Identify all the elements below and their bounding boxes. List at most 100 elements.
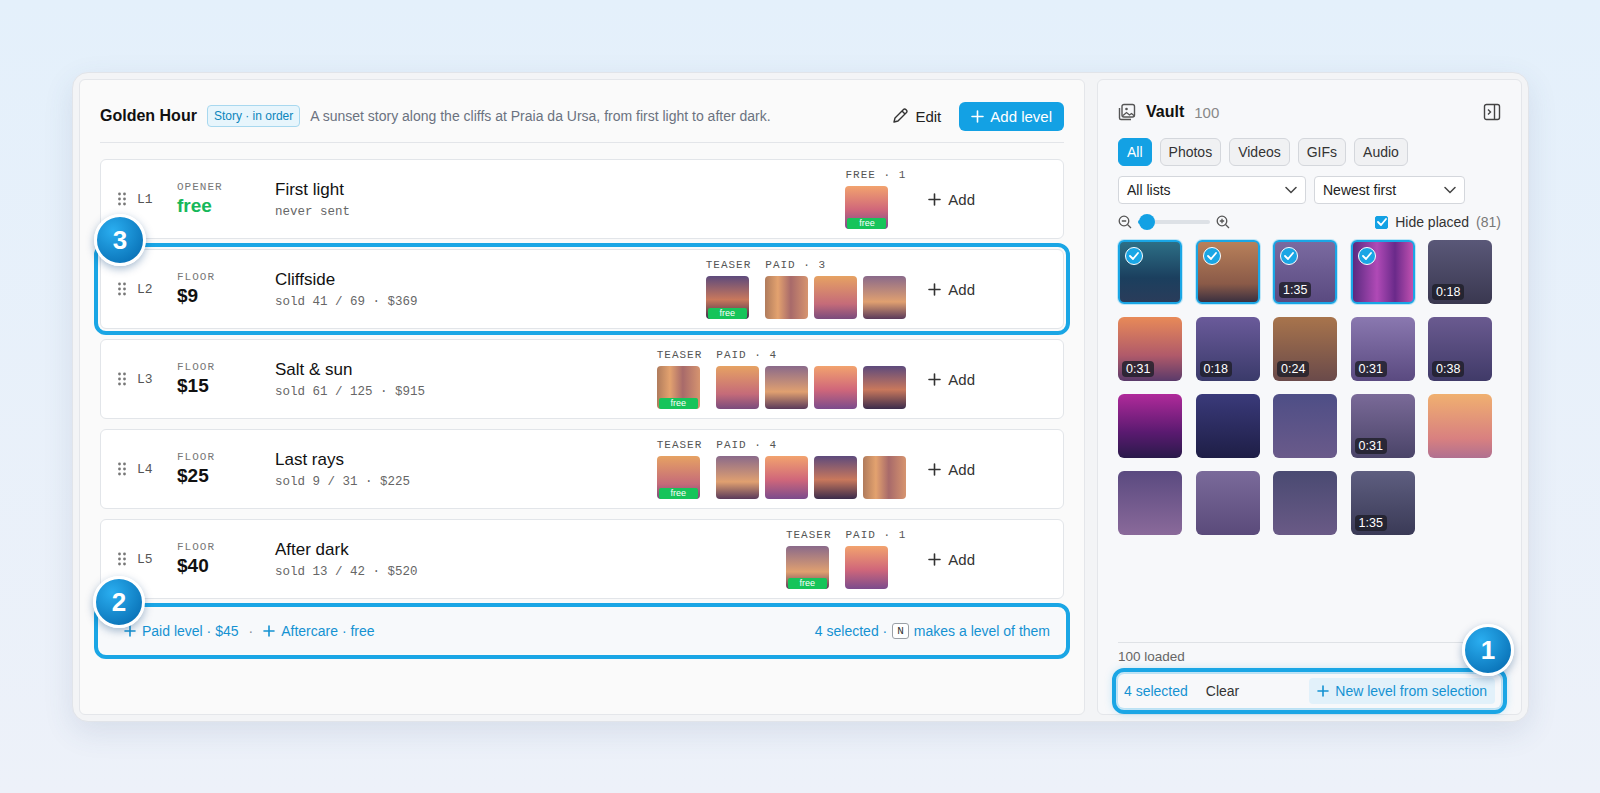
video-duration: 0:31 <box>1122 361 1154 377</box>
paid-thumbnail[interactable] <box>814 456 857 499</box>
media-tile[interactable]: 0:18 <box>1196 317 1260 381</box>
callout-badge: 2 <box>93 576 145 628</box>
add-paid-level-button[interactable]: Paid level · $45 <box>124 623 239 639</box>
level-row[interactable]: L1OPENERfreeFirst lightnever sentFREE · … <box>100 159 1064 239</box>
paid-thumbnail[interactable] <box>765 456 808 499</box>
hide-placed-toggle[interactable]: Hide placed(81) <box>1375 214 1501 230</box>
hide-placed-checkbox[interactable] <box>1375 216 1388 229</box>
story-header: Golden HourStory · in orderA sunset stor… <box>100 94 1064 143</box>
sort-dropdown[interactable]: Newest first <box>1314 176 1465 204</box>
media-thumbs <box>845 546 906 589</box>
media-tile[interactable]: 0:31 <box>1351 394 1415 458</box>
media-tile[interactable]: 1:35 <box>1351 471 1415 535</box>
add-media-button[interactable]: Add <box>926 367 977 392</box>
filter-tab[interactable]: Photos <box>1160 138 1222 166</box>
tier-label: FLOOR <box>177 361 275 373</box>
media-tile[interactable]: 0:31 <box>1118 317 1182 381</box>
selected-check <box>1203 247 1221 265</box>
drag-handle-icon[interactable] <box>117 281 127 297</box>
paid-thumbnail[interactable] <box>845 546 888 589</box>
media-group: TEASERfree <box>657 349 703 409</box>
drag-handle-icon[interactable] <box>117 551 127 567</box>
check-icon <box>1284 252 1294 260</box>
media-group: PAID · 3 <box>765 259 906 319</box>
paid-thumbnail[interactable] <box>716 456 759 499</box>
list-dropdown[interactable]: All lists <box>1118 176 1306 204</box>
media-tile[interactable] <box>1118 471 1182 535</box>
paid-thumbnail[interactable] <box>814 366 857 409</box>
drag-handle[interactable] <box>117 371 129 387</box>
edit-button[interactable]: Edit <box>883 103 949 129</box>
add-aftercare-button[interactable]: Aftercare · free <box>263 623 374 639</box>
teaser-thumbnail[interactable]: free <box>657 366 700 409</box>
drag-handle[interactable] <box>117 281 129 297</box>
zoom-in-icon[interactable] <box>1216 215 1230 229</box>
media-tile[interactable]: 0:18 <box>1428 240 1492 304</box>
teaser-thumbnail[interactable]: free <box>706 276 749 319</box>
paid-thumbnail[interactable] <box>863 366 906 409</box>
filter-tab[interactable]: Audio <box>1354 138 1408 166</box>
media-group: PAID · 4 <box>716 439 906 499</box>
drag-handle-icon[interactable] <box>117 371 127 387</box>
media-thumbs: free <box>786 546 832 589</box>
level-row[interactable]: L5FLOOR$40After darksold 13 / 42 · $520T… <box>100 519 1064 599</box>
media-tile[interactable] <box>1196 471 1260 535</box>
selection-bar: 4 selectedClearNew level from selection1 <box>1118 674 1501 708</box>
media-tile[interactable] <box>1273 394 1337 458</box>
add-label: Add <box>948 281 975 298</box>
media-tile[interactable] <box>1118 394 1182 458</box>
media-tile[interactable]: 0:31 <box>1351 317 1415 381</box>
level-stats: never sent <box>275 205 845 219</box>
filter-tab[interactable]: Videos <box>1229 138 1290 166</box>
filter-tab[interactable]: GIFs <box>1298 138 1346 166</box>
level-row[interactable]: L4FLOOR$25Last rayssold 9 / 31 · $225TEA… <box>100 429 1064 509</box>
media-tile[interactable] <box>1196 240 1260 304</box>
images-icon <box>1118 103 1136 121</box>
media-tile[interactable] <box>1118 240 1182 304</box>
zoom-knob[interactable] <box>1139 214 1155 230</box>
media-tile[interactable]: 0:38 <box>1428 317 1492 381</box>
paid-thumbnail[interactable] <box>863 456 906 499</box>
paid-thumbnail[interactable] <box>863 276 906 319</box>
tier-label: OPENER <box>177 181 275 193</box>
level-price: $25 <box>177 465 275 487</box>
teaser-thumbnail[interactable]: free <box>657 456 700 499</box>
level-row[interactable]: L3FLOOR$15Salt & sunsold 61 / 125 · $915… <box>100 339 1064 419</box>
media-tile[interactable] <box>1196 394 1260 458</box>
teaser-thumbnail[interactable]: free <box>786 546 829 589</box>
media-tile[interactable]: 0:24 <box>1273 317 1337 381</box>
media-tile[interactable] <box>1351 240 1415 304</box>
teaser-thumbnail[interactable]: free <box>845 186 888 229</box>
add-media-button[interactable]: Add <box>926 277 977 302</box>
drag-handle[interactable] <box>117 191 129 207</box>
media-tile[interactable] <box>1428 394 1492 458</box>
level-index: L2 <box>137 282 177 297</box>
media-tile[interactable] <box>1273 471 1337 535</box>
level-row[interactable]: L2FLOOR$9Cliffsidesold 41 / 69 · $369TEA… <box>100 249 1064 329</box>
paid-thumbnail[interactable] <box>765 276 808 319</box>
level-info: First lightnever sent <box>275 180 845 219</box>
add-label: Add <box>948 551 975 568</box>
paid-thumbnail[interactable] <box>765 366 808 409</box>
video-duration: 0:24 <box>1277 361 1309 377</box>
drag-handle[interactable] <box>117 551 129 567</box>
media-thumbs <box>716 366 906 409</box>
add-media-button[interactable]: Add <box>926 187 977 212</box>
clear-button[interactable]: Clear <box>1206 683 1239 699</box>
add-media-button[interactable]: Add <box>926 547 977 572</box>
paid-thumbnail[interactable] <box>716 366 759 409</box>
zoom-out-icon[interactable] <box>1118 215 1132 229</box>
add-paid-level-label: Paid level · $45 <box>142 623 239 639</box>
add-level-button[interactable]: Add level <box>959 102 1064 131</box>
zoom-slider[interactable] <box>1138 220 1210 224</box>
collapse-button[interactable] <box>1483 103 1501 121</box>
add-media-button[interactable]: Add <box>926 457 977 482</box>
drag-handle-icon[interactable] <box>117 461 127 477</box>
new-level-button[interactable]: New level from selection <box>1309 678 1495 704</box>
drag-handle[interactable] <box>117 461 129 477</box>
media-group: TEASERfree <box>657 439 703 499</box>
media-tile[interactable]: 1:35 <box>1273 240 1337 304</box>
filter-tab[interactable]: All <box>1118 138 1152 166</box>
paid-thumbnail[interactable] <box>814 276 857 319</box>
drag-handle-icon[interactable] <box>117 191 127 207</box>
